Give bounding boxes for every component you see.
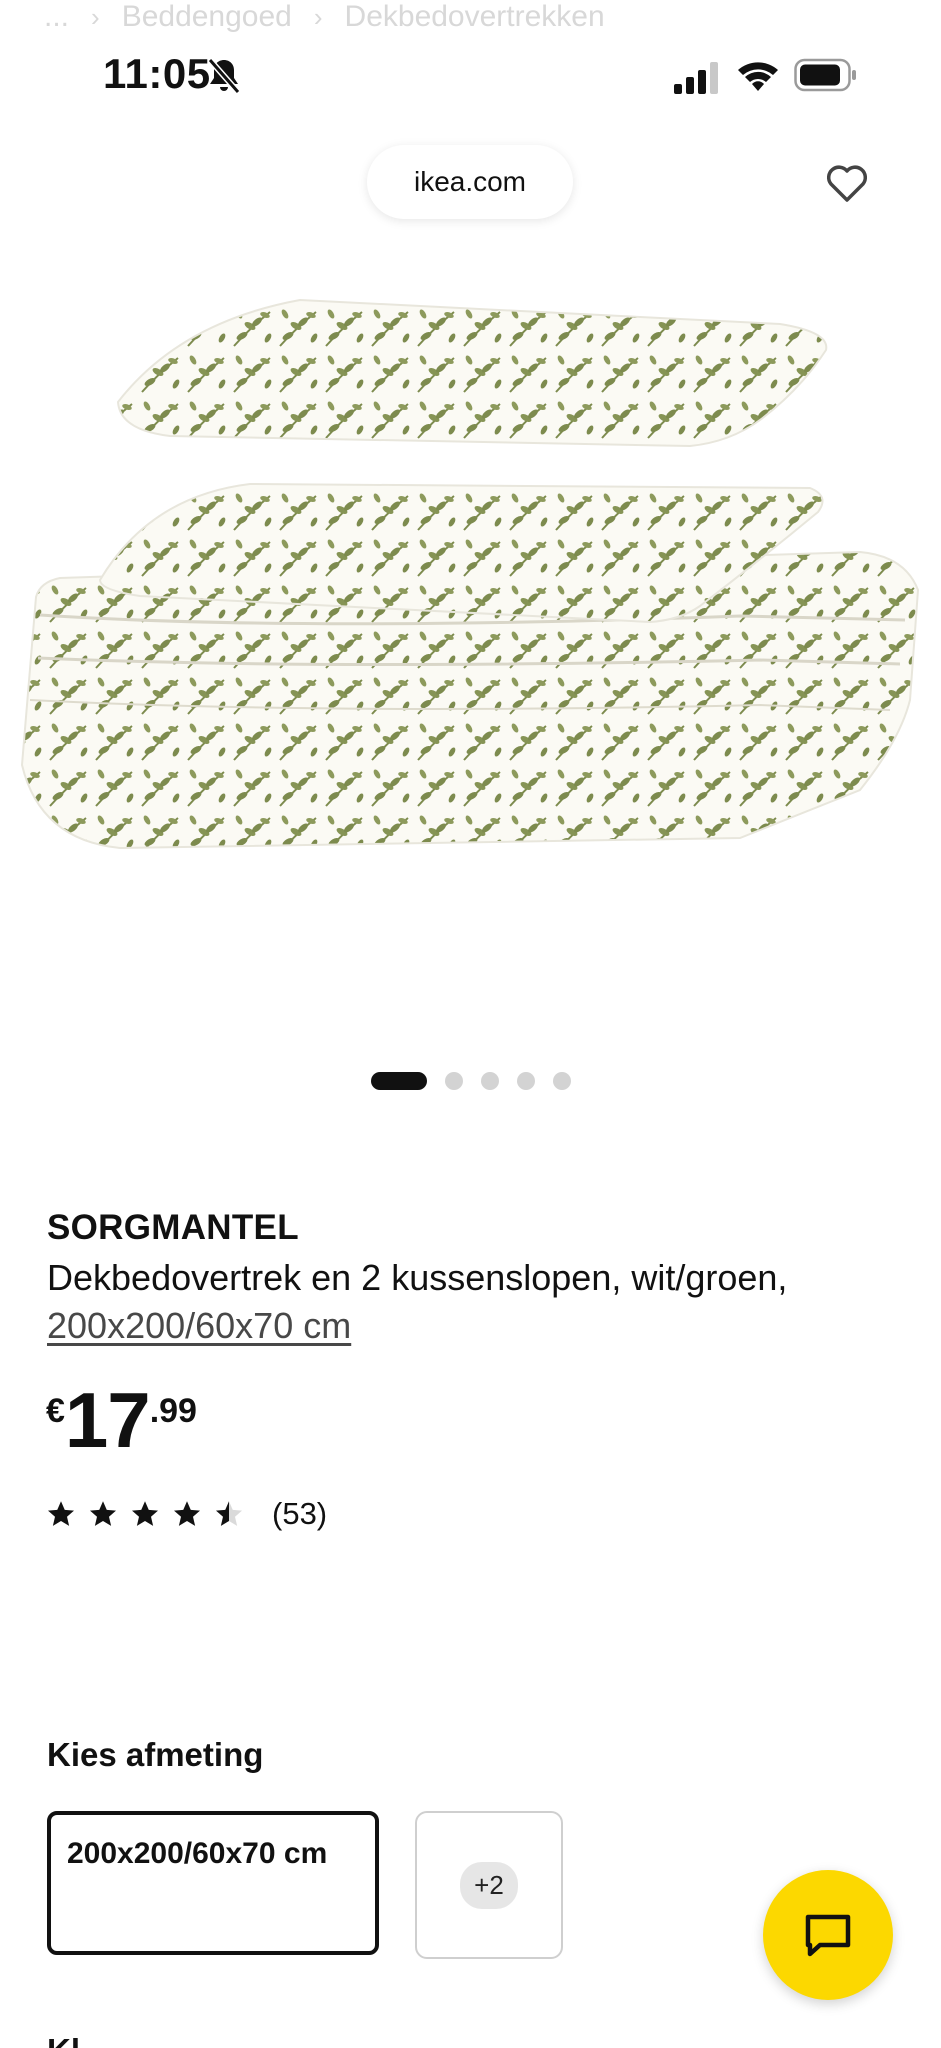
carousel-dot-1[interactable] xyxy=(370,1072,427,1090)
status-time: 11:05 xyxy=(103,50,211,97)
size-selector-label: Kies afmeting xyxy=(47,1736,264,1773)
size-option-selected[interactable]: 200x200/60x70 cm xyxy=(47,1811,379,1955)
product-size-link[interactable]: 200x200/60x70 cm xyxy=(47,1302,917,1350)
carousel-dot-2[interactable] xyxy=(444,1072,463,1090)
next-section-heading: Kl xyxy=(47,2032,80,2048)
chevron-right-icon: › xyxy=(313,1,323,32)
carousel-dot-3[interactable] xyxy=(480,1072,499,1090)
chat-bubble-icon xyxy=(805,1914,851,1957)
carousel-dot-5[interactable] xyxy=(552,1072,571,1090)
price-currency: € xyxy=(46,1392,65,1430)
star-full-icon xyxy=(174,1501,200,1526)
star-full-icon xyxy=(48,1501,74,1526)
product-name: SORGMANTEL xyxy=(47,1208,299,1247)
url-text: ikea.com xyxy=(413,166,527,197)
price-decimals: .99 xyxy=(149,1392,197,1430)
battery-icon xyxy=(794,58,856,92)
star-full-icon xyxy=(90,1501,116,1526)
product-rating[interactable]: (53) xyxy=(46,1496,327,1532)
image-carousel-indicator xyxy=(0,1072,941,1090)
status-bar: 11:05 xyxy=(0,40,941,110)
size-option-text: 200x200/60x70 cm xyxy=(67,1837,328,1870)
chevron-right-icon: › xyxy=(91,1,100,32)
carousel-dot-4[interactable] xyxy=(516,1072,535,1090)
product-description-text: Dekbedovertrek en 2 kussenslopen, wit/gr… xyxy=(47,1257,788,1298)
chat-button[interactable] xyxy=(763,1870,893,2000)
heart-icon[interactable] xyxy=(824,160,870,206)
price-whole: 17 xyxy=(64,1376,151,1464)
breadcrumb-ellipsis[interactable]: ... xyxy=(44,0,69,34)
cellular-signal-icon xyxy=(674,62,718,94)
product-image[interactable] xyxy=(0,260,941,910)
more-sizes-badge: +2 xyxy=(460,1861,518,1909)
star-full-icon xyxy=(132,1501,158,1526)
product-price: € 17 .99 xyxy=(46,1380,197,1460)
size-option-more[interactable]: +2 xyxy=(415,1811,563,1959)
breadcrumb: ... › Beddengoed › Dekbedovertrekken xyxy=(44,0,605,34)
breadcrumb-item-beddengoed[interactable]: Beddengoed xyxy=(122,0,292,34)
product-description: Dekbedovertrek en 2 kussenslopen, wit/gr… xyxy=(47,1254,917,1350)
star-half-icon xyxy=(216,1501,242,1526)
bell-slash-icon xyxy=(207,58,241,94)
wifi-icon xyxy=(738,62,778,91)
breadcrumb-item-dekbedovertrekken[interactable]: Dekbedovertrekken xyxy=(345,0,605,34)
address-bar[interactable]: ikea.com xyxy=(367,145,573,219)
rating-count: (53) xyxy=(272,1496,328,1531)
